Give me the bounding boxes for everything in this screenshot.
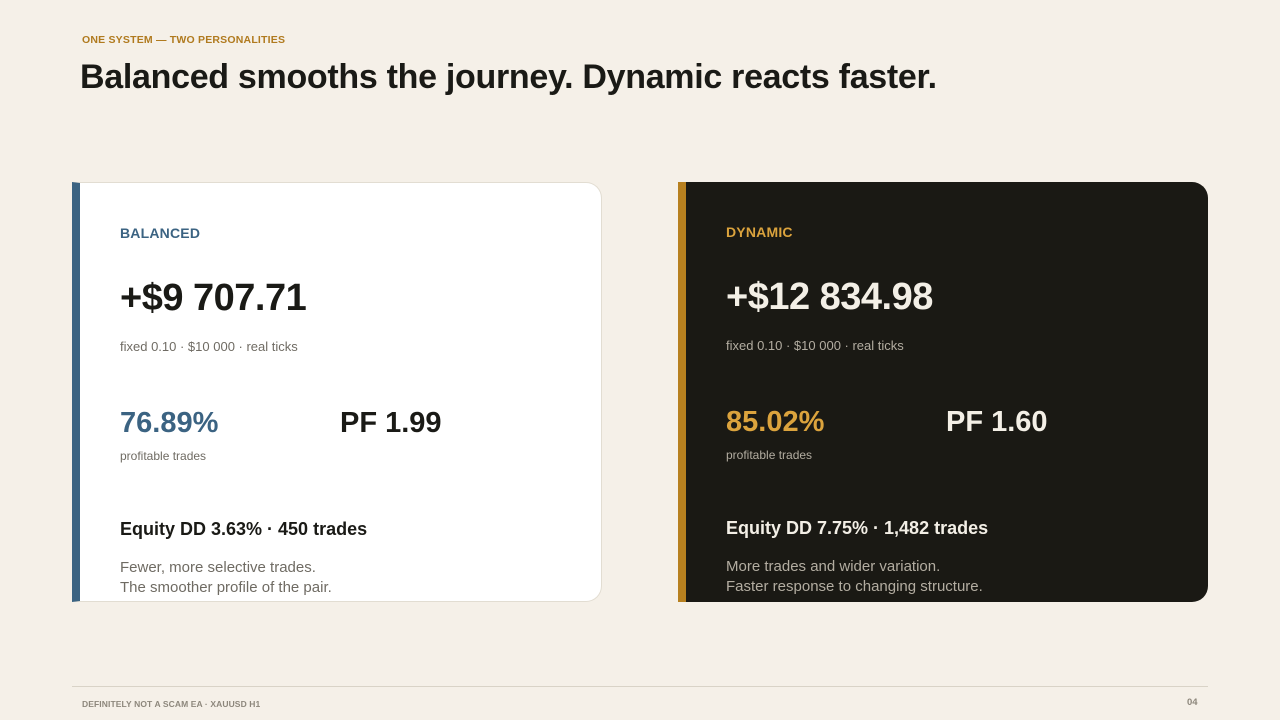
win-rate-label: profitable trades	[120, 449, 207, 463]
card-label: BALANCED	[120, 225, 201, 241]
page-number: 04	[1187, 697, 1198, 708]
balanced-card: BALANCED +$9 707.71 fixed 0.10 · $10 000…	[72, 182, 602, 602]
profit-factor: PF 1.60	[946, 406, 1048, 438]
description-line: Fewer, more selective trades.	[120, 559, 316, 576]
footer-divider	[72, 686, 1208, 687]
equity-summary: Equity DD 3.63% · 450 trades	[120, 519, 368, 539]
dynamic-card: DYNAMIC +$12 834.98 fixed 0.10 · $10 000…	[678, 182, 1208, 602]
page-title: Balanced smooths the journey. Dynamic re…	[80, 58, 937, 96]
eyebrow: ONE SYSTEM — TWO PERSONALITIES	[82, 34, 286, 46]
profit-amount: +$12 834.98	[726, 276, 933, 318]
equity-summary: Equity DD 7.75% · 1,482 trades	[726, 518, 989, 538]
test-settings: fixed 0.10 · $10 000 · real ticks	[120, 339, 298, 354]
card-description: More trades and wider variation. Faster …	[726, 557, 983, 597]
profit-factor: PF 1.99	[340, 407, 442, 439]
description-line: Faster response to changing structure.	[726, 578, 983, 595]
description-line: More trades and wider variation.	[726, 558, 941, 575]
description-line: The smoother profile of the pair.	[120, 579, 332, 596]
profit-amount: +$9 707.71	[120, 277, 307, 319]
test-settings: fixed 0.10 · $10 000 · real ticks	[726, 338, 904, 353]
footer-caption: DEFINITELY NOT A SCAM EA · XAUUSD H1	[82, 699, 261, 709]
win-rate: 76.89%	[120, 407, 219, 439]
card-description: Fewer, more selective trades. The smooth…	[120, 558, 332, 598]
win-rate: 85.02%	[726, 406, 825, 438]
card-label: DYNAMIC	[726, 224, 793, 240]
win-rate-label: profitable trades	[726, 448, 813, 462]
